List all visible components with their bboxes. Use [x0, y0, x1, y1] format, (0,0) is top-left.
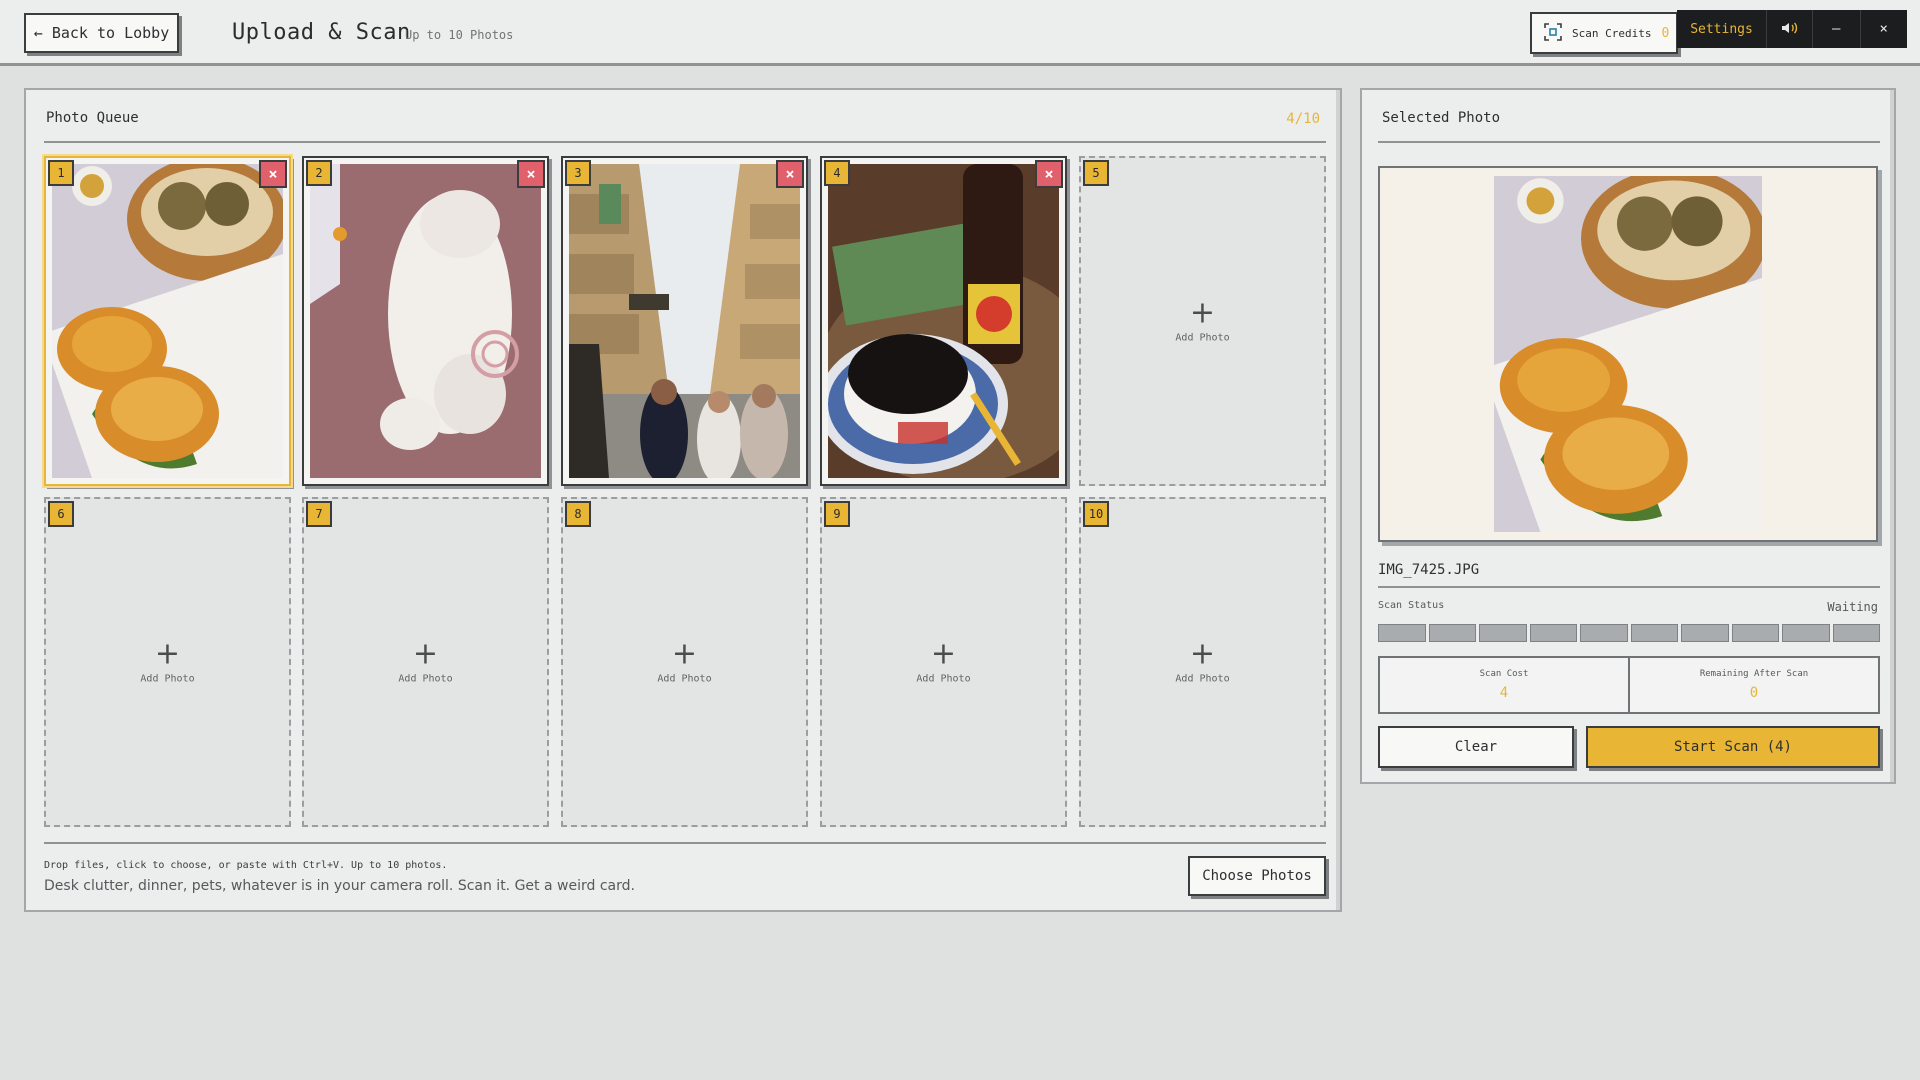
- selected-photo-panel: Selected Photo IMG_7425.JPG Scan Status …: [1360, 88, 1896, 784]
- progress-segment: [1580, 624, 1628, 642]
- photo-preview: [1378, 166, 1878, 542]
- page-title: Upload & Scan: [232, 20, 411, 45]
- slot-number: 3: [565, 160, 591, 186]
- divider: [44, 842, 1326, 844]
- divider: [1378, 586, 1880, 588]
- divider: [1378, 141, 1880, 143]
- plus-icon: +: [1189, 295, 1216, 331]
- progress-segment: [1782, 624, 1830, 642]
- add-photo-label: Add Photo: [1175, 673, 1230, 685]
- photo-slot-8[interactable]: 8 + Add Photo: [561, 497, 808, 827]
- plus-icon: +: [154, 636, 181, 672]
- add-photo-label: Add Photo: [916, 673, 971, 685]
- progress-segment: [1630, 624, 1678, 642]
- photo-thumbnail-street: [569, 164, 800, 478]
- photo-queue-count: 4/10: [1286, 111, 1320, 127]
- remaining-value: 0: [1749, 685, 1759, 701]
- scan-icon: [1544, 22, 1562, 44]
- top-bar: ← Back to Lobby Upload & Scan Up to 10 P…: [0, 0, 1920, 66]
- divider: [44, 141, 1326, 143]
- progress-segment: [1428, 624, 1476, 642]
- scan-progress-bar: [1378, 624, 1880, 642]
- progress-segment: [1832, 624, 1880, 642]
- plus-icon: +: [671, 636, 698, 672]
- photo-slot-10[interactable]: 10 + Add Photo: [1079, 497, 1326, 827]
- scan-status-label: Scan Status: [1378, 600, 1445, 611]
- slot-number: 4: [824, 160, 850, 186]
- photo-thumbnail-coffee: [828, 164, 1059, 478]
- scan-status-value: Waiting: [1827, 600, 1878, 614]
- remaining-cell: Remaining After Scan 0: [1628, 658, 1878, 712]
- page-subtitle: Up to 10 Photos: [405, 28, 514, 42]
- photo-slot-2[interactable]: 2 ×: [302, 156, 549, 486]
- photo-slot-3[interactable]: 3 ×: [561, 156, 808, 486]
- minimize-button[interactable]: –: [1813, 10, 1861, 48]
- back-to-lobby-button[interactable]: ← Back to Lobby: [24, 13, 179, 53]
- photo-slot-9[interactable]: 9 + Add Photo: [820, 497, 1067, 827]
- sound-toggle[interactable]: [1767, 10, 1813, 48]
- slot-number: 2: [306, 160, 332, 186]
- slot-number: 5: [1083, 160, 1109, 186]
- add-photo-label: Add Photo: [140, 673, 195, 685]
- slot-number: 10: [1083, 501, 1109, 527]
- add-photo-prompt: + Add Photo: [563, 636, 806, 685]
- add-photo-prompt: + Add Photo: [304, 636, 547, 685]
- add-photo-prompt: + Add Photo: [1081, 295, 1324, 344]
- photo-thumbnail-dim-sum: [52, 164, 283, 478]
- plus-icon: +: [930, 636, 957, 672]
- scan-credits-value: 0: [1661, 25, 1670, 41]
- photo-slot-4[interactable]: 4 ×: [820, 156, 1067, 486]
- photo-slot-5[interactable]: 5 + Add Photo: [1079, 156, 1326, 486]
- slot-number: 7: [306, 501, 332, 527]
- preview-image-dim-sum: [1494, 176, 1762, 532]
- scan-cost-summary: Scan Cost 4 Remaining After Scan 0: [1378, 656, 1880, 714]
- add-photo-prompt: + Add Photo: [1081, 636, 1324, 685]
- slot-number: 9: [824, 501, 850, 527]
- progress-segment: [1529, 624, 1577, 642]
- scan-credits-label: Scan Credits: [1572, 26, 1652, 40]
- slot-number: 8: [565, 501, 591, 527]
- selected-photo-title: Selected Photo: [1382, 110, 1501, 126]
- remove-photo-button[interactable]: ×: [1035, 160, 1063, 188]
- speaker-icon: [1781, 20, 1799, 39]
- remaining-label: Remaining After Scan: [1699, 669, 1809, 679]
- system-bar: Settings – ×: [1677, 10, 1907, 48]
- slot-number: 6: [48, 501, 74, 527]
- progress-segment: [1378, 624, 1426, 642]
- progress-segment: [1681, 624, 1729, 642]
- add-photo-label: Add Photo: [398, 673, 453, 685]
- add-photo-prompt: + Add Photo: [822, 636, 1065, 685]
- photo-queue-title: Photo Queue: [46, 110, 139, 126]
- remove-photo-button[interactable]: ×: [259, 160, 287, 188]
- settings-button[interactable]: Settings: [1677, 10, 1767, 48]
- plus-icon: +: [412, 636, 439, 672]
- upload-hint: Drop files, click to choose, or paste wi…: [44, 860, 448, 871]
- choose-photos-button[interactable]: Choose Photos: [1188, 856, 1326, 896]
- progress-segment: [1479, 624, 1527, 642]
- add-photo-label: Add Photo: [657, 673, 712, 685]
- clear-button[interactable]: Clear: [1378, 726, 1574, 768]
- remove-photo-button[interactable]: ×: [517, 160, 545, 188]
- remove-photo-button[interactable]: ×: [776, 160, 804, 188]
- slot-number: 1: [48, 160, 74, 186]
- photo-thumbnail-cat: [310, 164, 541, 478]
- scan-cost-cell: Scan Cost 4: [1380, 658, 1628, 712]
- add-photo-label: Add Photo: [1175, 332, 1230, 344]
- photo-slot-7[interactable]: 7 + Add Photo: [302, 497, 549, 827]
- photo-queue-panel: Photo Queue 4/10 1 × 2 × 3 × 4 × 5 + Add…: [24, 88, 1342, 912]
- scan-credits-badge[interactable]: Scan Credits 0: [1530, 12, 1678, 54]
- close-button[interactable]: ×: [1861, 10, 1908, 48]
- plus-icon: +: [1189, 636, 1216, 672]
- progress-segment: [1731, 624, 1779, 642]
- scan-cost-value: 4: [1499, 685, 1509, 701]
- add-photo-prompt: + Add Photo: [46, 636, 289, 685]
- upload-tagline: Desk clutter, dinner, pets, whatever is …: [44, 878, 635, 894]
- selected-filename: IMG_7425.JPG: [1378, 562, 1480, 578]
- photo-slot-6[interactable]: 6 + Add Photo: [44, 497, 291, 827]
- photo-slot-1[interactable]: 1 ×: [44, 156, 291, 486]
- start-scan-button[interactable]: Start Scan (4): [1586, 726, 1880, 768]
- scan-cost-label: Scan Cost: [1479, 669, 1529, 679]
